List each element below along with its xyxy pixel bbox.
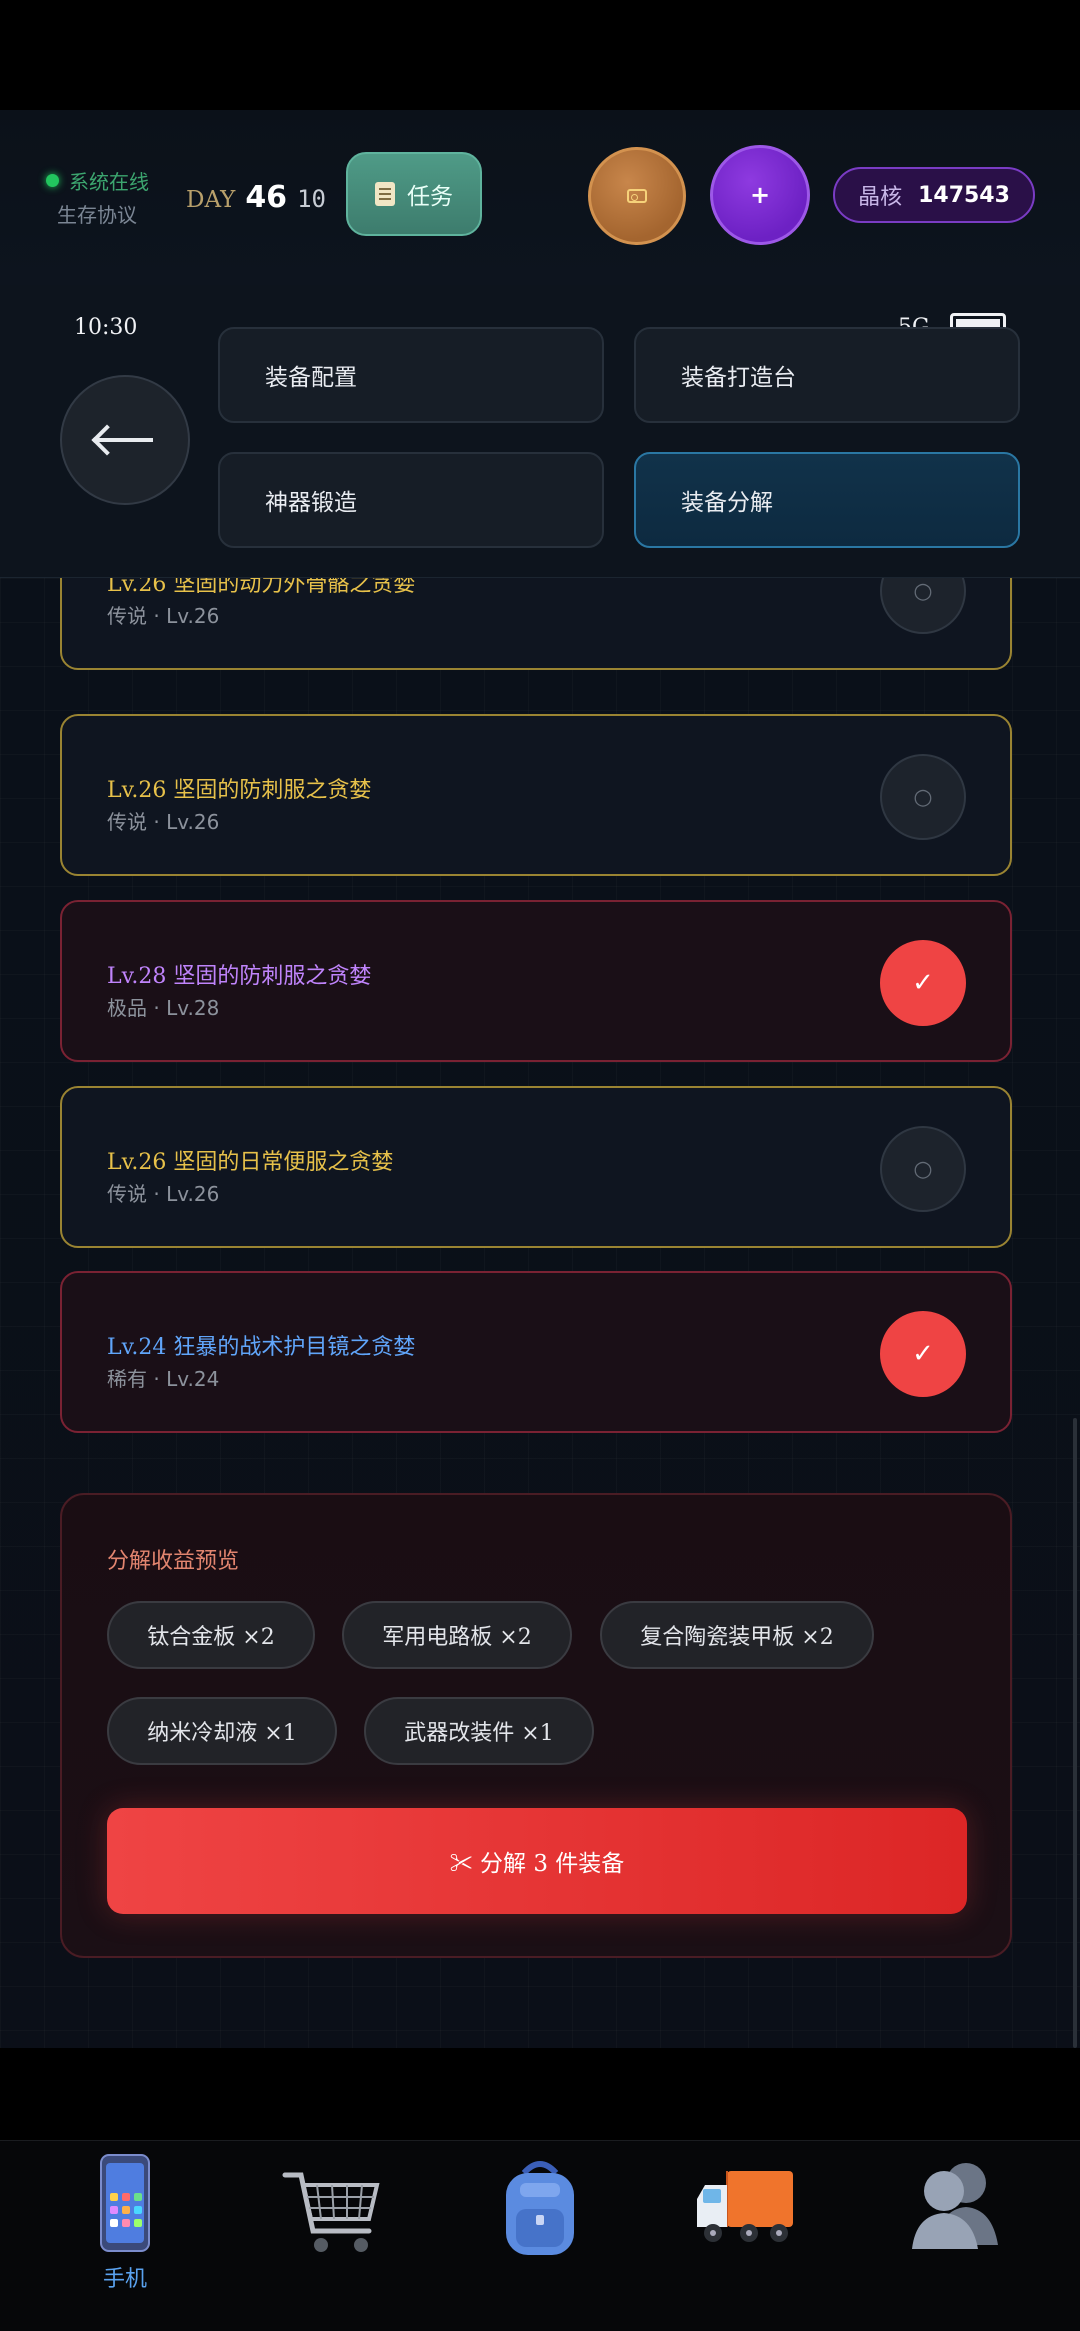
equipment-card[interactable]: Lv.26 坚固的日常便服之贪婪 传说 · Lv.26 ○ xyxy=(60,1086,1012,1248)
item-subtitle: 传说 · Lv.26 xyxy=(107,604,220,628)
equipment-card[interactable]: Lv.28 坚固的防刺服之贪婪 极品 · Lv.28 ✓ xyxy=(60,900,1012,1062)
dock-delivery[interactable] xyxy=(676,2153,816,2323)
truck-icon xyxy=(697,2171,793,2242)
dock-backpack[interactable] xyxy=(470,2153,610,2323)
online-indicator xyxy=(46,174,59,187)
menu-label: 装备配置 xyxy=(265,365,357,391)
select-toggle[interactable]: ○ xyxy=(880,578,966,634)
day-extra: 10 xyxy=(297,185,326,213)
menu-label: 神器锻造 xyxy=(265,490,357,516)
equipment-card[interactable]: Lv.24 狂暴的战术护目镜之贪婪 稀有 · Lv.24 ✓ xyxy=(60,1271,1012,1433)
dock-phone[interactable]: 手机 xyxy=(55,2153,195,2323)
scrollbar[interactable] xyxy=(1073,1418,1077,2048)
cart-icon xyxy=(282,2172,380,2252)
item-subtitle: 传说 · Lv.26 xyxy=(107,810,220,834)
back-button[interactable] xyxy=(60,375,190,505)
dock-shop[interactable] xyxy=(262,2153,402,2323)
material-chip: 武器改装件 ×1 xyxy=(364,1697,594,1765)
material-chip: 钛合金板 ×2 xyxy=(107,1601,315,1669)
game-header: 系统在线 生存协议 DAY 46 10 任务 + 晶核 147543 xyxy=(0,110,1080,285)
task-button[interactable]: 任务 xyxy=(346,152,482,236)
phone-icon xyxy=(100,2154,150,2252)
select-toggle[interactable]: ○ xyxy=(880,754,966,840)
dock-contacts[interactable] xyxy=(885,2153,1025,2323)
day-number: 46 xyxy=(245,180,288,215)
day-label: DAY xyxy=(186,187,236,213)
menu-equipment-decompose[interactable]: 装备分解 xyxy=(634,452,1020,548)
status-bar-time: 10:30 xyxy=(74,315,138,340)
task-label: 任务 xyxy=(407,184,453,210)
material-chip: 纳米冷却液 ×1 xyxy=(107,1697,337,1765)
decompose-list[interactable]: Lv.26 坚固的动力外骨骼之贪婪 传说 · Lv.26 ○ Lv.26 坚固的… xyxy=(0,578,1080,2048)
phone-panel-top: 10:30 5G 装备配置 装备打造台 神器锻造 装备分解 xyxy=(0,285,1080,578)
item-title: Lv.24 狂暴的战术护目镜之贪婪 xyxy=(107,1335,416,1360)
equipment-card[interactable]: Lv.26 坚固的防刺服之贪婪 传说 · Lv.26 ○ xyxy=(60,714,1012,876)
item-subtitle: 传说 · Lv.26 xyxy=(107,1182,220,1206)
backpack-icon xyxy=(506,2161,574,2255)
system-status: 系统在线 生存协议 xyxy=(46,166,149,228)
top-bezel xyxy=(0,0,1080,110)
crystal-balance: 晶核 147543 xyxy=(833,167,1035,223)
crystal-label: 晶核 xyxy=(858,185,903,210)
select-toggle[interactable]: ○ xyxy=(880,1126,966,1212)
decompose-preview: 分解收益预览 钛合金板 ×2 军用电路板 ×2 复合陶瓷装甲板 ×2 纳米冷却液… xyxy=(60,1493,1012,1958)
radio-icon xyxy=(627,189,647,203)
online-label: 系统在线 xyxy=(69,170,149,194)
plus-button[interactable]: + xyxy=(710,145,810,245)
clipboard-icon xyxy=(375,182,395,206)
select-toggle[interactable]: ✓ xyxy=(880,940,966,1026)
protocol-label: 生存协议 xyxy=(57,203,137,227)
bottom-bezel xyxy=(0,2048,1080,2140)
dock-label: 手机 xyxy=(102,2267,147,2292)
radio-button[interactable] xyxy=(588,147,686,245)
bottom-dock: 手机 xyxy=(0,2140,1080,2331)
day-counter: DAY 46 10 xyxy=(186,180,326,215)
item-title: Lv.26 坚固的动力外骨骼之贪婪 xyxy=(107,578,416,597)
menu-label: 装备分解 xyxy=(681,490,773,516)
item-title: Lv.26 坚固的防刺服之贪婪 xyxy=(107,778,372,803)
arrow-left-icon xyxy=(97,438,153,442)
menu-artifact-forge[interactable]: 神器锻造 xyxy=(218,452,604,548)
item-subtitle: 极品 · Lv.28 xyxy=(107,996,220,1020)
material-chip: 军用电路板 ×2 xyxy=(342,1601,572,1669)
decompose-button[interactable]: ✂ 分解 3 件装备 xyxy=(107,1808,967,1914)
item-subtitle: 稀有 · Lv.24 xyxy=(107,1367,220,1391)
select-toggle[interactable]: ✓ xyxy=(880,1311,966,1397)
equipment-card[interactable]: Lv.26 坚固的动力外骨骼之贪婪 传说 · Lv.26 ○ xyxy=(60,578,1012,670)
item-title: Lv.26 坚固的日常便服之贪婪 xyxy=(107,1150,394,1175)
material-chip: 复合陶瓷装甲板 ×2 xyxy=(600,1601,874,1669)
preview-title: 分解收益预览 xyxy=(107,1549,240,1574)
people-icon xyxy=(912,2163,998,2249)
item-title: Lv.28 坚固的防刺服之贪婪 xyxy=(107,964,372,989)
crystal-value: 147543 xyxy=(918,182,1010,208)
plus-icon: + xyxy=(749,181,771,209)
menu-equipment-config[interactable]: 装备配置 xyxy=(218,327,604,423)
menu-equipment-workbench[interactable]: 装备打造台 xyxy=(634,327,1020,423)
menu-label: 装备打造台 xyxy=(681,365,796,391)
